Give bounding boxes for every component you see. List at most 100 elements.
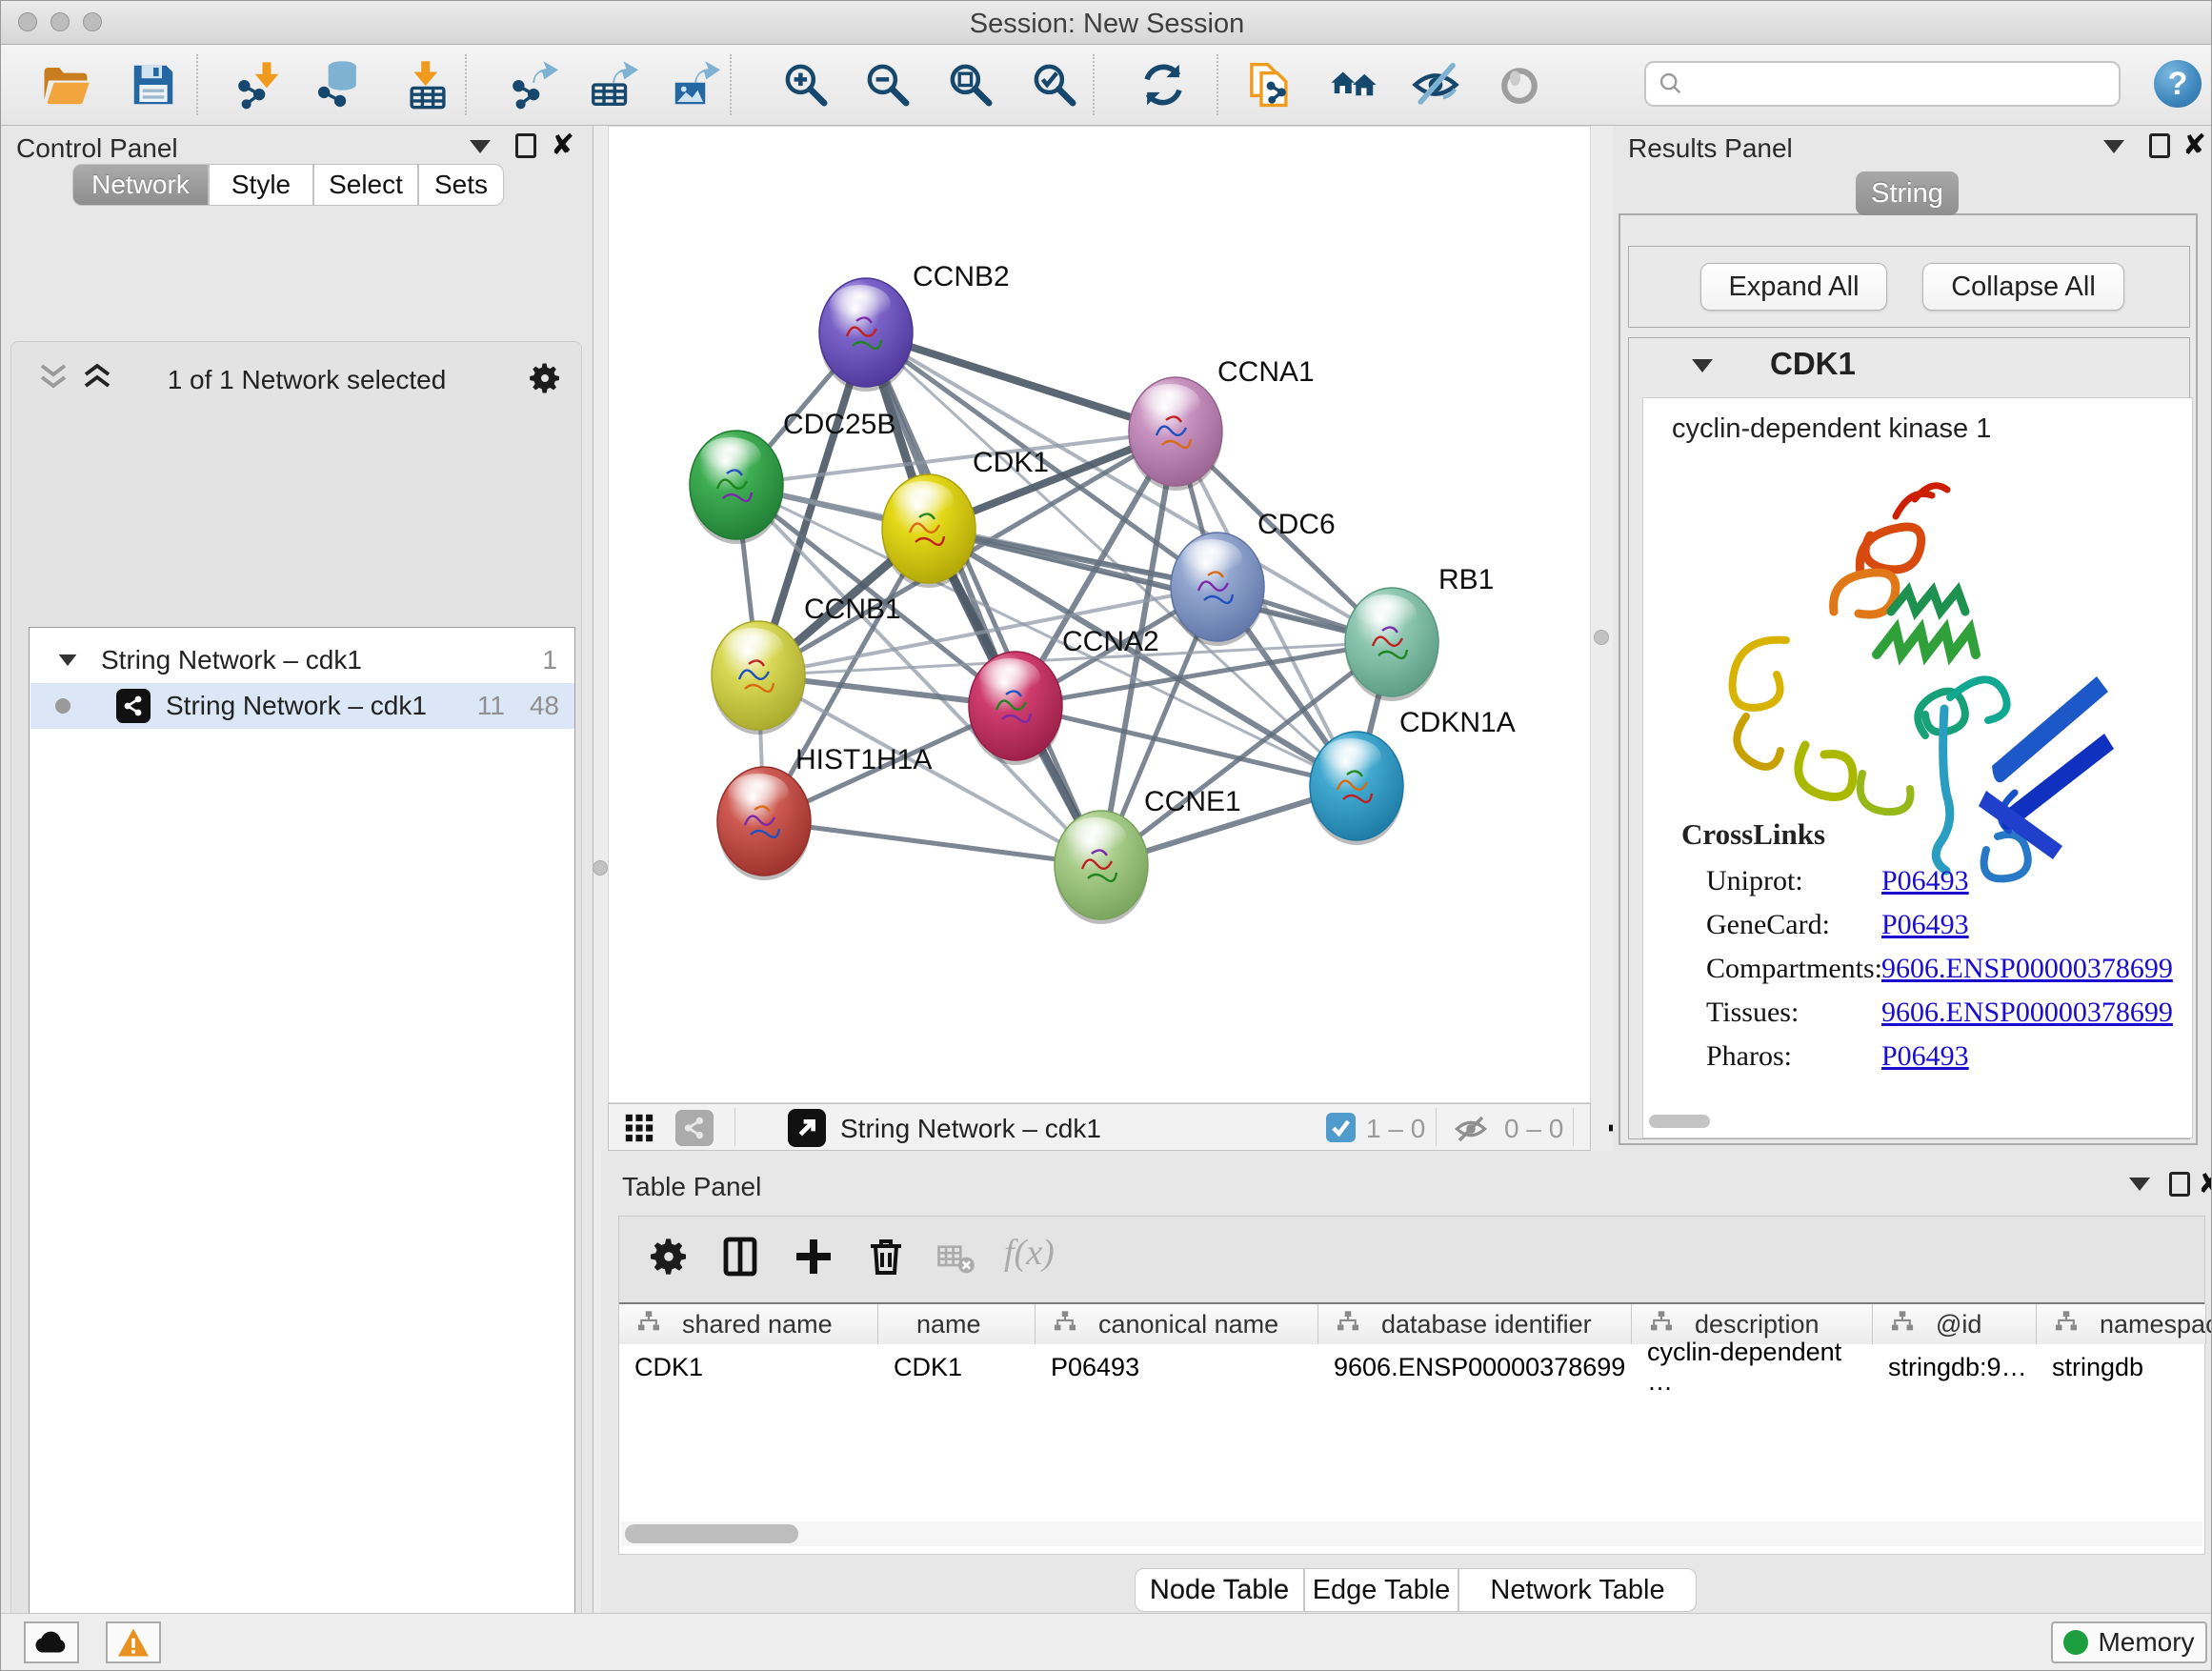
node-CCNA1[interactable] [1129, 377, 1222, 491]
string-view-icon[interactable] [675, 1110, 714, 1146]
new-network-from-selection-icon[interactable] [1244, 59, 1296, 111]
column-header-canonical-name[interactable]: canonical name [1036, 1304, 1318, 1344]
show-all-icon[interactable] [1494, 59, 1545, 111]
warnings-button[interactable] [106, 1621, 161, 1663]
zoom-fit-icon[interactable] [945, 59, 996, 111]
table-hscrollbar-thumb[interactable] [625, 1524, 798, 1543]
grid-view-icon[interactable] [622, 1112, 656, 1149]
hidden-eye-icon[interactable] [1450, 1114, 1492, 1149]
first-neighbors-icon[interactable] [1328, 59, 1379, 111]
tab-string[interactable]: String [1856, 171, 1959, 215]
tab-node-table[interactable]: Node Table [1135, 1568, 1304, 1612]
export-table-icon[interactable] [587, 59, 638, 111]
import-table-file-icon[interactable] [402, 59, 453, 111]
right-splitter-handle[interactable] [1594, 630, 1609, 645]
zoom-out-icon[interactable] [862, 59, 914, 111]
edge-CCNA2-CDKN1A[interactable] [1016, 706, 1357, 786]
tab-select[interactable]: Select [313, 164, 418, 206]
export-network-icon[interactable] [507, 59, 558, 111]
crosslink-link[interactable]: 9606.ENSP00000378699 [1881, 997, 2173, 1029]
network-row-selected[interactable]: String Network – cdk1 11 48 [30, 683, 574, 729]
table-cell[interactable]: 9606.ENSP00000378699 [1318, 1346, 1632, 1388]
tab-network[interactable]: Network [72, 164, 209, 206]
node-CDK1[interactable] [882, 474, 975, 588]
tab-style[interactable]: Style [209, 164, 313, 206]
node-label-CCNA1: CCNA1 [1217, 356, 1315, 388]
node-CDKN1A[interactable] [1310, 732, 1403, 845]
search-input[interactable] [1684, 70, 2103, 99]
zoom-selected-icon[interactable] [1029, 59, 1080, 111]
import-network-database-icon[interactable] [314, 59, 366, 111]
panel-float-icon[interactable] [2169, 1172, 2190, 1197]
node-CDC25B[interactable] [690, 431, 783, 544]
crosslink-link[interactable]: 9606.ENSP00000378699 [1881, 953, 2173, 985]
expand-all-chevron-icon[interactable] [80, 363, 114, 392]
cloud-status-button[interactable] [24, 1621, 79, 1663]
search-field[interactable] [1644, 61, 2121, 107]
node-HIST1H1A[interactable] [717, 767, 811, 880]
node-RB1[interactable] [1345, 588, 1438, 701]
table-cell[interactable]: stringdb:9… [1873, 1346, 2037, 1388]
collapse-all-button[interactable]: Collapse All [1922, 263, 2124, 311]
column-header--id[interactable]: @id [1873, 1304, 2037, 1344]
node-CCNA2[interactable] [969, 652, 1062, 765]
selected-checkbox[interactable] [1326, 1113, 1356, 1142]
table-cell[interactable]: stringdb [2037, 1346, 2206, 1388]
export-image-icon[interactable] [669, 59, 720, 111]
open-in-browser-icon[interactable] [788, 1109, 826, 1147]
panel-menu-icon[interactable] [2129, 1178, 2150, 1191]
create-column-icon[interactable] [791, 1234, 836, 1284]
node-CCNB2[interactable] [819, 278, 913, 392]
table-cell[interactable]: CDK1 [878, 1346, 1036, 1388]
column-header-database-identifier[interactable]: database identifier [1318, 1304, 1632, 1344]
table-cell[interactable]: CDK1 [619, 1346, 878, 1388]
panel-close-icon[interactable]: ✘ [2182, 133, 2206, 158]
table-settings-gear-icon[interactable] [646, 1234, 692, 1279]
open-session-icon[interactable] [40, 59, 91, 111]
column-header-shared-name[interactable]: shared name [619, 1304, 878, 1344]
memory-button[interactable]: Memory [2051, 1621, 2207, 1663]
edge-HIST1H1A-CCNE1[interactable] [764, 821, 1101, 865]
network-tree: String Network – cdk1 1 String Network –… [29, 627, 575, 1671]
tab-edge-table[interactable]: Edge Table [1304, 1568, 1458, 1612]
zoom-in-icon[interactable] [780, 59, 832, 111]
panel-menu-icon[interactable] [2103, 140, 2124, 153]
delete-column-trash-icon[interactable] [863, 1234, 909, 1284]
panel-close-icon[interactable]: ✘ [2198, 1172, 2212, 1197]
crosslink-link[interactable]: P06493 [1881, 865, 1969, 897]
show-columns-icon[interactable] [718, 1234, 764, 1284]
panel-float-icon[interactable] [2149, 133, 2170, 158]
left-splitter-handle[interactable] [593, 860, 608, 876]
collection-expander-icon[interactable] [59, 654, 77, 666]
node-CCNE1[interactable] [1055, 811, 1148, 924]
table-cell[interactable]: P06493 [1036, 1346, 1318, 1388]
results-hscroll-thumb[interactable] [1649, 1115, 1710, 1128]
network-options-gear-icon[interactable] [526, 359, 564, 397]
crosslink-link[interactable]: P06493 [1881, 1040, 1969, 1073]
edge-CCNB2-CCNE1[interactable] [866, 332, 1101, 865]
help-button[interactable]: ? [2154, 60, 2202, 108]
import-network-file-icon[interactable] [232, 59, 284, 111]
table-hscrollbar[interactable] [621, 1521, 2202, 1546]
column-header-name[interactable]: name [878, 1304, 1036, 1344]
network-view-canvas[interactable]: CCNB2CCNA1CDC25BCDK1CDC6RB1CCNB1CCNA2CDK… [608, 126, 1591, 1103]
expand-all-button[interactable]: Expand All [1700, 263, 1887, 311]
tab-sets[interactable]: Sets [418, 164, 504, 206]
panel-float-icon[interactable] [515, 133, 536, 158]
column-header-namespac[interactable]: namespac [2037, 1304, 2206, 1344]
section-expander-icon[interactable] [1692, 359, 1713, 372]
node-CDC6[interactable] [1171, 533, 1264, 646]
collapse-all-chevron-icon[interactable] [36, 363, 70, 392]
node-label-CCNA2: CCNA2 [1062, 626, 1159, 657]
table-cell[interactable]: cyclin-dependent … [1632, 1346, 1873, 1388]
tab-network-table[interactable]: Network Table [1458, 1568, 1697, 1612]
edge-CCNB2-CCNA1[interactable] [866, 332, 1176, 432]
panel-close-icon[interactable]: ✘ [551, 133, 574, 158]
network-collection-row[interactable]: String Network – cdk1 1 [30, 637, 574, 683]
panel-menu-icon[interactable] [470, 140, 491, 153]
refresh-view-icon[interactable] [1137, 59, 1189, 111]
crosslink-link[interactable]: P06493 [1881, 909, 1969, 941]
hide-selected-icon[interactable] [1410, 59, 1461, 111]
node-CCNB1[interactable] [712, 621, 805, 735]
save-session-icon[interactable] [128, 59, 179, 111]
